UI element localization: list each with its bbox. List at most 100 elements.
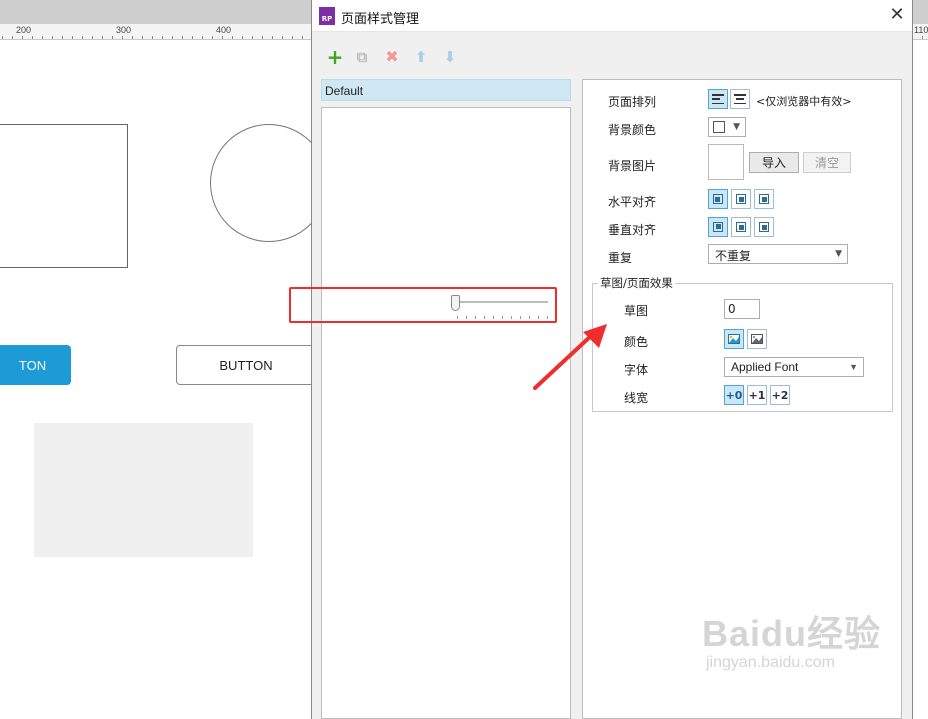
ruler-tick xyxy=(202,36,203,39)
watermark-url: jingyan.baidu.com xyxy=(706,654,835,671)
ruler-tick xyxy=(82,36,83,39)
grayscale-mode-button[interactable] xyxy=(747,329,767,349)
ruler-label: 110 xyxy=(914,25,928,35)
move-up-icon[interactable]: ⬆ xyxy=(412,48,430,66)
align-left-icon xyxy=(712,94,724,104)
line-width-0-button[interactable]: +0 xyxy=(724,385,744,405)
watermark-logo: Baidu经验 xyxy=(702,613,882,654)
ruler-tick xyxy=(262,36,263,39)
ruler-tick xyxy=(42,36,43,39)
bg-color-picker[interactable]: ▼ xyxy=(708,117,746,137)
line-width-2-button[interactable]: +2 xyxy=(770,385,790,405)
ruler-tick xyxy=(282,36,283,39)
primary-button-widget[interactable]: TON xyxy=(0,345,71,385)
h-align-center-icon xyxy=(736,194,746,204)
color-mode-button[interactable] xyxy=(724,329,744,349)
highlight-box xyxy=(289,287,557,323)
image-color-icon xyxy=(728,334,740,344)
ruler-tick xyxy=(12,36,13,39)
v-align-top-button[interactable] xyxy=(708,217,728,237)
page-style-dialog: RP 页面样式管理 ✕ + ⧉ ✖ ⬆ ⬇ Default 页面排列 <仅浏览器… xyxy=(311,0,913,719)
ruler-tick xyxy=(272,36,273,39)
ruler-tick xyxy=(142,36,143,39)
ruler-tick xyxy=(242,36,243,39)
style-list[interactable] xyxy=(321,107,571,719)
bg-image-preview[interactable] xyxy=(708,144,744,180)
chevron-down-icon: ▼ xyxy=(835,249,842,259)
ruler-tick xyxy=(22,36,23,39)
ruler-tick xyxy=(72,36,73,39)
sketch-label: 草图 xyxy=(624,304,649,318)
h-align-right-button[interactable] xyxy=(754,189,774,209)
app-icon: RP xyxy=(319,7,335,25)
bg-image-label: 背景图片 xyxy=(608,159,657,173)
move-down-icon[interactable]: ⬇ xyxy=(441,48,459,66)
v-align-middle-icon xyxy=(736,222,746,232)
ruler-tick xyxy=(92,36,93,39)
h-align-label: 水平对齐 xyxy=(608,195,657,209)
ruler-tick xyxy=(2,36,3,39)
import-button[interactable]: 导入 xyxy=(749,152,799,173)
v-align-bottom-button[interactable] xyxy=(754,217,774,237)
line-width-1-button[interactable]: +1 xyxy=(747,385,767,405)
align-center-icon xyxy=(734,94,746,104)
add-icon[interactable]: + xyxy=(326,47,344,67)
ruler-tick xyxy=(132,36,133,39)
page-align-note: <仅浏览器中有效> xyxy=(756,95,852,108)
ruler-tick xyxy=(162,36,163,39)
chevron-down-icon: ▼ xyxy=(733,122,740,132)
annotation-arrow-icon xyxy=(533,324,607,390)
style-list-item-default[interactable]: Default xyxy=(321,79,571,101)
v-align-middle-button[interactable] xyxy=(731,217,751,237)
clear-button[interactable]: 清空 xyxy=(803,152,851,173)
sketch-value-input[interactable]: 0 xyxy=(724,299,760,319)
ruler-tick xyxy=(32,36,33,39)
secondary-button-widget[interactable]: BUTTON xyxy=(176,345,316,385)
ruler-tick xyxy=(212,36,213,39)
ruler-tick xyxy=(922,36,923,39)
image-gray-icon xyxy=(751,334,763,344)
ruler-tick xyxy=(182,36,183,39)
repeat-select[interactable]: 不重复 ▼ xyxy=(708,244,848,264)
font-label: 字体 xyxy=(624,363,649,377)
line-width-label: 线宽 xyxy=(624,391,649,405)
ruler-tick xyxy=(232,36,233,39)
ruler-tick xyxy=(52,36,53,39)
ruler-tick xyxy=(302,36,303,39)
ruler-tick xyxy=(112,36,113,39)
repeat-select-value: 不重复 xyxy=(715,249,752,263)
baidu-watermark: Baidu经验 jingyan.baidu.com xyxy=(702,614,881,672)
h-align-right-icon xyxy=(759,194,769,204)
font-select-value: Applied Font xyxy=(731,360,799,374)
h-align-center-button[interactable] xyxy=(731,189,751,209)
close-icon[interactable]: ✕ xyxy=(886,5,908,27)
dialog-title: 页面样式管理 xyxy=(341,12,420,27)
dialog-titlebar: RP 页面样式管理 ✕ xyxy=(312,0,912,32)
ruler-tick xyxy=(192,36,193,39)
ruler-tick xyxy=(252,36,253,39)
ruler-tick xyxy=(152,36,153,39)
bg-color-label: 背景颜色 xyxy=(608,123,657,137)
v-align-label: 垂直对齐 xyxy=(608,223,657,237)
ruler-tick xyxy=(62,36,63,39)
color-swatch xyxy=(713,121,725,133)
v-align-top-icon xyxy=(713,222,723,232)
h-align-left-icon xyxy=(713,194,723,204)
copy-icon[interactable]: ⧉ xyxy=(353,48,371,66)
placeholder-box[interactable] xyxy=(34,423,253,557)
ruler-tick xyxy=(172,36,173,39)
rectangle-shape[interactable] xyxy=(0,124,128,268)
align-left-button[interactable] xyxy=(708,89,728,109)
ruler-tick xyxy=(222,36,223,39)
ruler-label: 300 xyxy=(116,25,132,35)
align-center-button[interactable] xyxy=(730,89,750,109)
sketch-effects-group-title: 草图/页面效果 xyxy=(598,275,675,291)
ruler-label: 400 xyxy=(216,25,232,35)
page-align-label: 页面排列 xyxy=(608,95,657,109)
delete-icon[interactable]: ✖ xyxy=(383,48,401,66)
chevron-down-icon: ▼ xyxy=(849,362,858,372)
h-align-left-button[interactable] xyxy=(708,189,728,209)
ruler-tick xyxy=(292,36,293,39)
font-select[interactable]: Applied Font ▼ xyxy=(724,357,864,377)
ruler-label: 200 xyxy=(16,25,32,35)
